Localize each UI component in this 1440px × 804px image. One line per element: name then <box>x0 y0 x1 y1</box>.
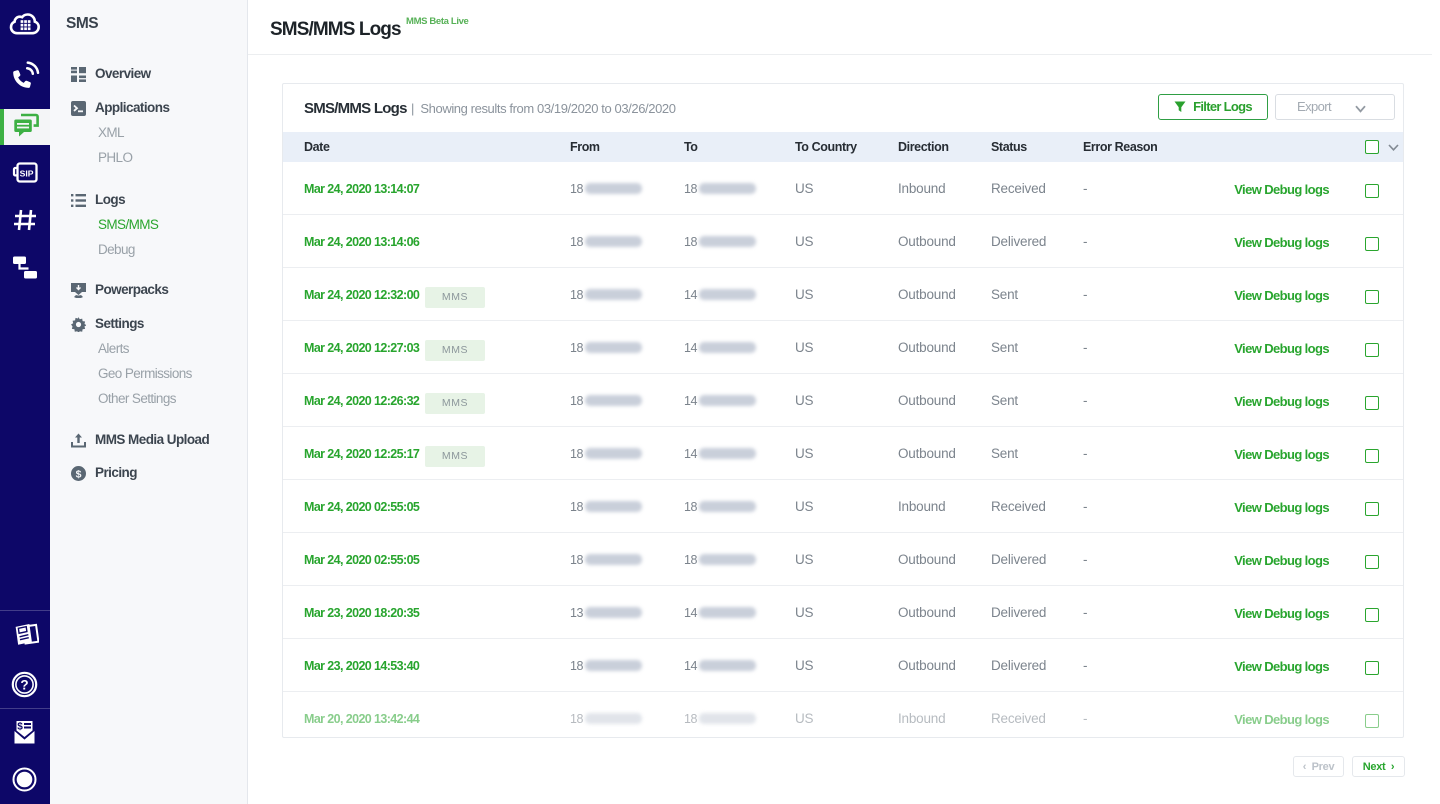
svg-text:$: $ <box>76 468 82 480</box>
svg-text:SIP: SIP <box>20 169 34 179</box>
svg-text:?: ? <box>20 677 28 692</box>
svg-text:$: $ <box>17 722 23 733</box>
